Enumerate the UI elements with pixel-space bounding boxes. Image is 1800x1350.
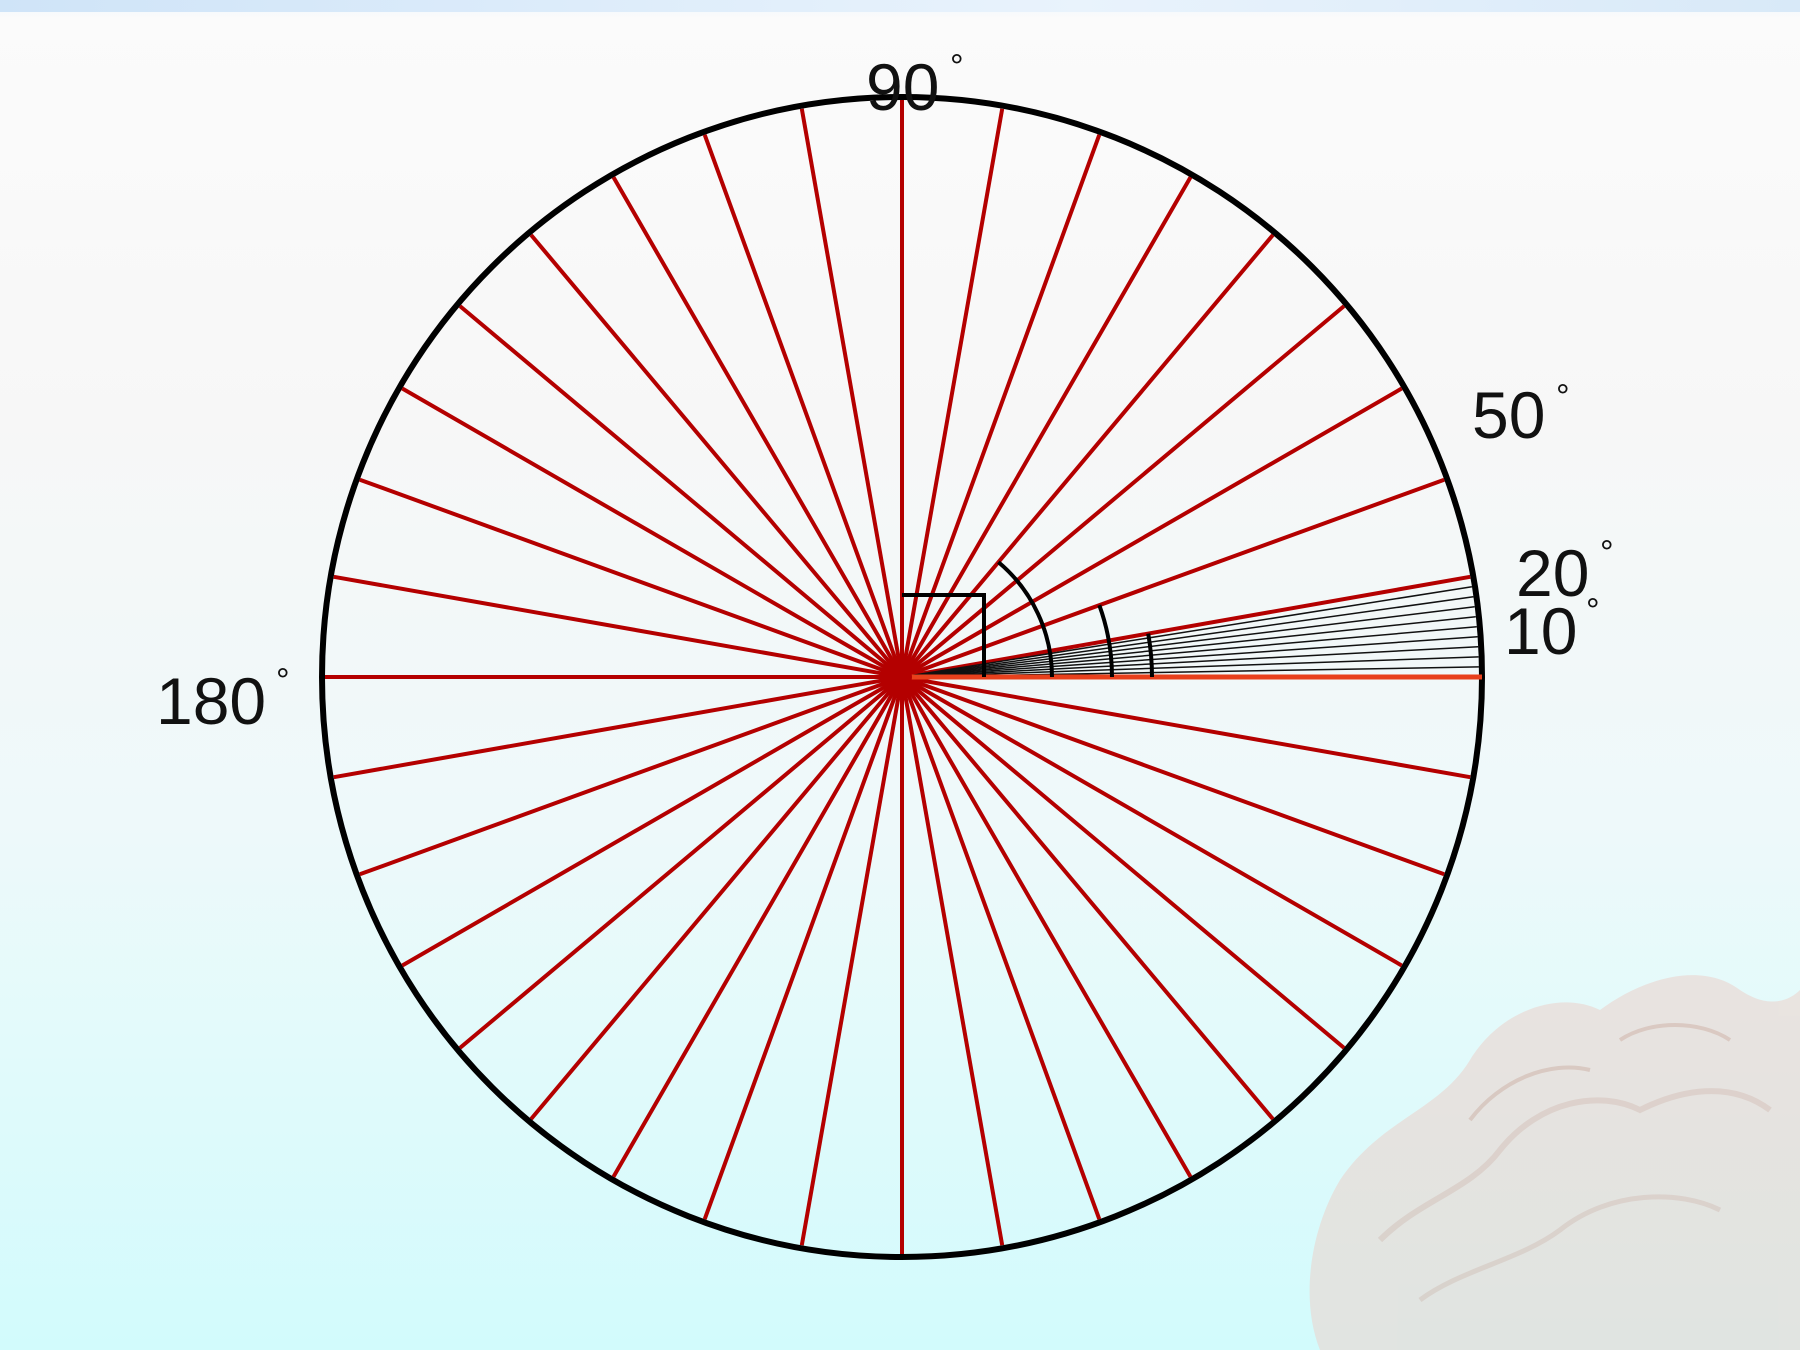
label-20-degree-sign: ° (1600, 534, 1614, 572)
fine-ray-4 (901, 636, 1478, 678)
protractor-circle-diagram: 90 ° 50 ° 20 ° 10 ° 180 ° (156, 48, 1800, 1350)
label-10-value: 10 (1504, 594, 1577, 668)
label-90-value: 90 (866, 50, 939, 124)
fine-ray-9 (901, 585, 1473, 678)
label-50: 50 ° (1472, 378, 1570, 452)
label-90-degree-sign: ° (950, 48, 964, 86)
one-degree-rays (901, 585, 1479, 678)
label-180: 180 ° (156, 662, 290, 738)
slide: 90 ° 50 ° 20 ° 10 ° 180 ° (0, 0, 1800, 1350)
label-180-value: 180 (156, 664, 266, 738)
label-180-degree-sign: ° (276, 662, 290, 700)
label-90: 90 ° (866, 48, 964, 124)
decorative-cloud-pattern (1309, 975, 1800, 1350)
label-50-degree-sign: ° (1556, 378, 1570, 416)
label-10: 10 ° (1504, 592, 1600, 668)
label-50-value: 50 (1472, 378, 1545, 452)
center-point (892, 667, 912, 687)
fine-ray-8 (901, 595, 1474, 678)
label-10-degree-sign: ° (1586, 592, 1600, 630)
